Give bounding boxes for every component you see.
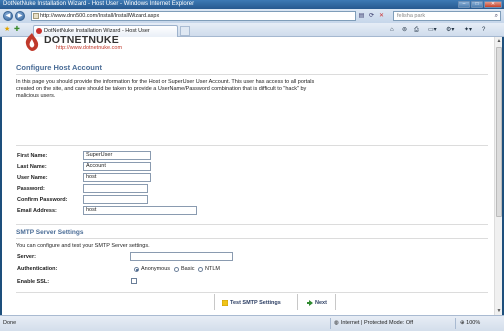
next-button[interactable]: Next bbox=[307, 300, 327, 306]
host-intro-text: In this page you should provide the info… bbox=[16, 79, 315, 99]
password-field[interactable] bbox=[83, 184, 148, 193]
back-icon[interactable]: ◀ bbox=[3, 11, 13, 21]
stop-icon[interactable]: ✕ bbox=[378, 12, 385, 20]
add-favorite-icon[interactable]: ✚ bbox=[14, 26, 20, 34]
status-divider bbox=[330, 318, 331, 329]
address-actions: ▤ ⟳ ✕ bbox=[358, 12, 385, 20]
smtp-server-field[interactable] bbox=[130, 252, 233, 261]
test-smtp-label: Test SMTP Settings bbox=[230, 300, 281, 306]
refresh-icon[interactable]: ⟳ bbox=[368, 12, 375, 20]
zoom-label: 100% bbox=[466, 320, 481, 326]
divider bbox=[16, 74, 488, 75]
auth-option-label: NTLM bbox=[205, 266, 220, 272]
smtp-note: You can configure and test your SMTP Ser… bbox=[16, 243, 150, 249]
ssl-checkbox[interactable] bbox=[131, 278, 137, 284]
zone-label: Internet | Protected Mode: Off bbox=[340, 320, 414, 326]
next-arrow-icon bbox=[307, 300, 313, 306]
action-separator bbox=[335, 294, 336, 310]
divider bbox=[16, 292, 488, 293]
auth-option-label: Basic bbox=[181, 266, 195, 272]
next-label: Next bbox=[315, 300, 327, 306]
tools-menu-icon[interactable]: ✦▾ bbox=[464, 26, 472, 34]
last-name-field[interactable]: Account bbox=[83, 162, 151, 171]
favorites-star-icon[interactable]: ★ bbox=[4, 26, 10, 34]
dnn-logo: DOTNETNUKE http://www.dotnetnuke.com bbox=[22, 32, 142, 52]
user-name-label: User Name: bbox=[17, 175, 48, 181]
window-controls: – □ ✕ bbox=[458, 1, 502, 8]
search-value: felisha park bbox=[397, 13, 426, 19]
password-label: Password: bbox=[17, 186, 45, 192]
email-field[interactable]: host bbox=[83, 206, 197, 215]
smtp-server-label: Server: bbox=[17, 254, 36, 260]
scroll-thumb[interactable] bbox=[496, 47, 502, 217]
status-bar: Done ◍ Internet | Protected Mode: Off ⊕ … bbox=[0, 315, 504, 331]
address-toolbar: ◀ ▶ http://www.dnn500.com/Install/Instal… bbox=[0, 9, 504, 23]
compatibility-icon[interactable]: ▤ bbox=[358, 12, 365, 20]
page-icon bbox=[33, 13, 39, 19]
help-icon[interactable]: ? bbox=[482, 26, 485, 34]
forward-icon[interactable]: ▶ bbox=[15, 11, 25, 21]
search-input[interactable]: felisha park ⌕ bbox=[393, 11, 501, 21]
action-separator bbox=[297, 294, 298, 310]
zoom-icon: ⊕ bbox=[460, 320, 465, 326]
action-separator bbox=[214, 294, 215, 310]
dnn-logo-url: http://www.dotnetnuke.com bbox=[56, 45, 123, 51]
scroll-down-icon[interactable]: ▼ bbox=[495, 307, 503, 315]
window-titlebar: DotNetNuke Installation Wizard - Host Us… bbox=[0, 0, 504, 9]
maximize-button[interactable]: □ bbox=[471, 1, 483, 8]
radio-icon[interactable] bbox=[198, 266, 203, 272]
test-icon bbox=[222, 300, 228, 306]
smtp-auth-label: Authentication: bbox=[17, 266, 58, 272]
new-tab-button[interactable] bbox=[180, 26, 190, 36]
feeds-icon[interactable]: ⊚ bbox=[402, 26, 407, 34]
auth-radio-ntlm[interactable]: NTLM bbox=[198, 266, 220, 272]
test-smtp-button[interactable]: Test SMTP Settings bbox=[222, 300, 281, 306]
radio-icon[interactable] bbox=[174, 266, 179, 272]
dnn-flame-icon bbox=[25, 33, 39, 51]
divider bbox=[16, 224, 488, 225]
first-name-field[interactable]: SuperUser bbox=[83, 151, 151, 160]
vertical-scrollbar[interactable]: ▲ ▼ bbox=[494, 37, 502, 315]
home-icon[interactable]: ⌂ bbox=[390, 26, 394, 34]
auth-radio-basic[interactable]: Basic bbox=[174, 266, 194, 272]
divider bbox=[16, 145, 488, 146]
globe-icon: ◍ bbox=[334, 320, 339, 326]
smtp-ssl-label: Enable SSL: bbox=[17, 279, 50, 285]
auth-option-label: Anonymous bbox=[141, 266, 171, 272]
divider bbox=[16, 238, 488, 239]
print-icon[interactable]: ⎙ bbox=[414, 26, 419, 34]
search-icon[interactable]: ⌕ bbox=[495, 12, 498, 20]
window-title: DotNetNuke Installation Wizard - Host Us… bbox=[3, 1, 195, 7]
scroll-up-icon[interactable]: ▲ bbox=[495, 37, 503, 45]
confirm-password-label: Confirm Password: bbox=[17, 197, 68, 203]
safety-menu-icon[interactable]: ⚙▾ bbox=[446, 26, 454, 34]
close-button[interactable]: ✕ bbox=[484, 1, 502, 8]
status-divider bbox=[455, 318, 456, 329]
status-text: Done bbox=[3, 320, 17, 326]
confirm-password-field[interactable] bbox=[83, 195, 148, 204]
auth-radio-anonymous[interactable]: Anonymous bbox=[134, 266, 170, 272]
minimize-button[interactable]: – bbox=[458, 1, 470, 8]
page-menu-icon[interactable]: ▭▾ bbox=[428, 26, 437, 34]
radio-selected-icon[interactable] bbox=[134, 266, 139, 272]
last-name-label: Last Name: bbox=[17, 164, 47, 170]
first-name-label: First Name: bbox=[17, 153, 48, 159]
address-input[interactable]: http://www.dnn500.com/Install/InstallWiz… bbox=[31, 11, 356, 21]
email-label: Email Address: bbox=[17, 208, 57, 214]
section-heading-smtp: SMTP Server Settings bbox=[16, 229, 84, 236]
section-heading-host: Configure Host Account bbox=[16, 63, 102, 72]
address-url: http://www.dnn500.com/Install/InstallWiz… bbox=[40, 13, 160, 19]
security-zone[interactable]: ◍ Internet | Protected Mode: Off bbox=[334, 316, 413, 330]
zoom-level[interactable]: ⊕ 100% bbox=[460, 316, 480, 330]
user-name-field[interactable]: host bbox=[83, 173, 151, 182]
